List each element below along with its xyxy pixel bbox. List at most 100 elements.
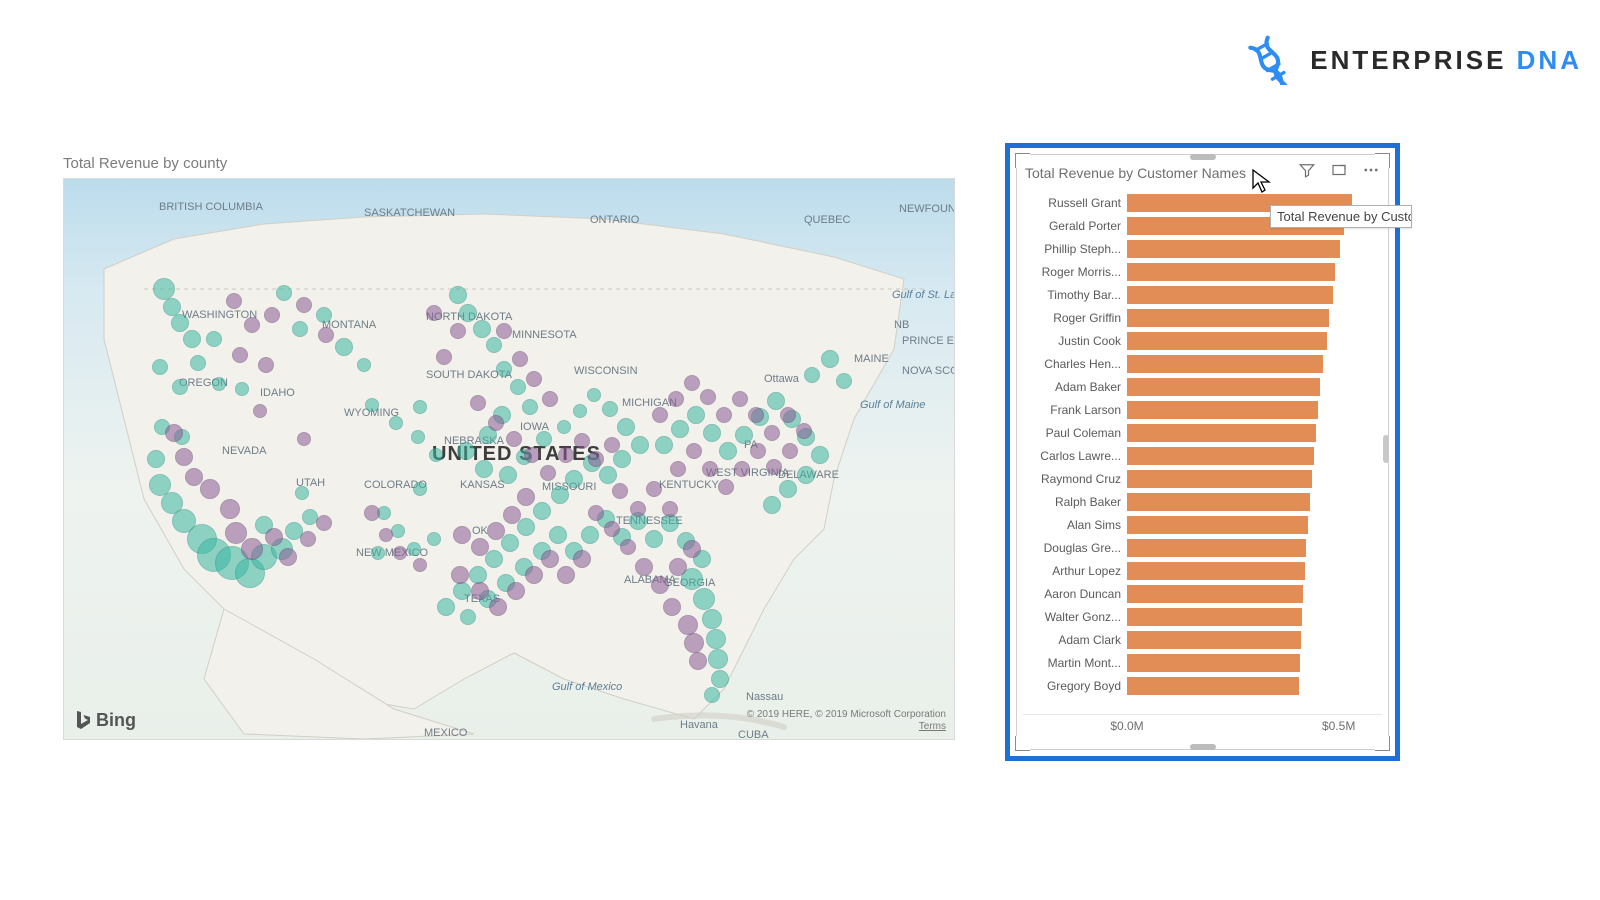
bar-segment[interactable] bbox=[1127, 263, 1335, 281]
map-bubble[interactable] bbox=[276, 285, 292, 301]
map-bubble[interactable] bbox=[587, 388, 601, 402]
map-bubble[interactable] bbox=[693, 588, 715, 610]
map-bubble[interactable] bbox=[704, 687, 720, 703]
map-bubble[interactable] bbox=[734, 461, 750, 477]
bar-segment[interactable] bbox=[1127, 355, 1323, 373]
map-bubble[interactable] bbox=[804, 367, 820, 383]
map-bubble[interactable] bbox=[540, 465, 556, 481]
map-bubble[interactable] bbox=[541, 550, 559, 568]
bar-row[interactable]: Adam Clark bbox=[1023, 628, 1382, 651]
map-bubble[interactable] bbox=[379, 528, 393, 542]
bar-row[interactable]: Phillip Steph... bbox=[1023, 237, 1382, 260]
map-bubble[interactable] bbox=[574, 433, 590, 449]
bar-row[interactable]: Carlos Lawre... bbox=[1023, 444, 1382, 467]
map-bubble[interactable] bbox=[171, 314, 189, 332]
map-bubble[interactable] bbox=[153, 278, 175, 300]
map-bubble[interactable] bbox=[292, 321, 308, 337]
map-bubble[interactable] bbox=[558, 447, 574, 463]
map-bubble[interactable] bbox=[683, 540, 701, 558]
map-bubble[interactable] bbox=[767, 392, 785, 410]
map-bubble[interactable] bbox=[689, 652, 707, 670]
map-bubble[interactable] bbox=[264, 307, 280, 323]
map-bubble[interactable] bbox=[510, 379, 526, 395]
map-bubble[interactable] bbox=[588, 505, 604, 521]
bar-row[interactable]: Alan Sims bbox=[1023, 513, 1382, 536]
map-bubble[interactable] bbox=[700, 389, 716, 405]
bar-segment[interactable] bbox=[1127, 677, 1299, 695]
map-bubble[interactable] bbox=[457, 442, 475, 460]
map-bubble[interactable] bbox=[470, 395, 486, 411]
focus-mode-icon[interactable] bbox=[1328, 159, 1350, 186]
map-bubble[interactable] bbox=[253, 404, 267, 418]
map-bubble[interactable] bbox=[796, 423, 812, 439]
map-bubble[interactable] bbox=[451, 566, 469, 584]
bar-segment[interactable] bbox=[1127, 424, 1316, 442]
map-bubble[interactable] bbox=[602, 401, 618, 417]
map-bubble[interactable] bbox=[296, 297, 312, 313]
map-bubble[interactable] bbox=[588, 451, 604, 467]
map-bubble[interactable] bbox=[631, 436, 649, 454]
bar-segment[interactable] bbox=[1127, 309, 1329, 327]
map-bubble[interactable] bbox=[244, 317, 260, 333]
map-bubble[interactable] bbox=[533, 502, 551, 520]
bar-row[interactable]: Roger Griffin bbox=[1023, 306, 1382, 329]
map-bubble[interactable] bbox=[706, 629, 726, 649]
map-bubble[interactable] bbox=[645, 530, 663, 548]
map-bubble[interactable] bbox=[437, 598, 455, 616]
map-bubble[interactable] bbox=[200, 479, 220, 499]
map-bubble[interactable] bbox=[427, 532, 441, 546]
map-bubble[interactable] bbox=[573, 550, 591, 568]
map-bubble[interactable] bbox=[391, 524, 405, 538]
bar-segment[interactable] bbox=[1127, 240, 1340, 258]
bar-segment[interactable] bbox=[1127, 562, 1305, 580]
map-bubble[interactable] bbox=[708, 649, 728, 669]
vertical-scrollbar[interactable] bbox=[1383, 195, 1389, 711]
map-bubble[interactable] bbox=[750, 443, 766, 459]
map-bubble[interactable] bbox=[496, 361, 512, 377]
map-bubble[interactable] bbox=[655, 436, 673, 454]
resize-handle-tl[interactable] bbox=[1015, 153, 1030, 168]
map-bubble[interactable] bbox=[226, 293, 242, 309]
bar-segment[interactable] bbox=[1127, 447, 1314, 465]
map-bubble[interactable] bbox=[279, 548, 297, 566]
map-bubble[interactable] bbox=[501, 534, 519, 552]
map-bubble[interactable] bbox=[684, 633, 704, 653]
map-bubble[interactable] bbox=[297, 432, 311, 446]
map-bubble[interactable] bbox=[232, 347, 248, 363]
map-bubble[interactable] bbox=[471, 582, 489, 600]
map-bubble[interactable] bbox=[779, 480, 797, 498]
map-bubble[interactable] bbox=[670, 461, 686, 477]
map-bubble[interactable] bbox=[265, 528, 283, 546]
map-bubble[interactable] bbox=[407, 542, 421, 556]
map-bubble[interactable] bbox=[684, 375, 700, 391]
bar-segment[interactable] bbox=[1127, 493, 1310, 511]
map-bubble[interactable] bbox=[669, 558, 687, 576]
map-bubble[interactable] bbox=[183, 330, 201, 348]
map-bubble[interactable] bbox=[147, 450, 165, 468]
map-bubble[interactable] bbox=[453, 582, 471, 600]
map-bubble[interactable] bbox=[506, 431, 522, 447]
map-bubble[interactable] bbox=[436, 349, 452, 365]
map-bubble[interactable] bbox=[821, 350, 839, 368]
map-bubble[interactable] bbox=[763, 496, 781, 514]
map-bubble[interactable] bbox=[503, 506, 521, 524]
map-bubble[interactable] bbox=[316, 307, 332, 323]
map-bubble[interactable] bbox=[630, 501, 646, 517]
scrollbar-thumb[interactable] bbox=[1383, 435, 1389, 463]
bar-segment[interactable] bbox=[1127, 631, 1301, 649]
map-bubble[interactable] bbox=[711, 670, 729, 688]
bar-segment[interactable] bbox=[1127, 401, 1318, 419]
map-bubble[interactable] bbox=[517, 518, 535, 536]
bar-row[interactable]: Walter Gonz... bbox=[1023, 605, 1382, 628]
bar-row[interactable]: Martin Mont... bbox=[1023, 651, 1382, 674]
bar-segment[interactable] bbox=[1127, 286, 1333, 304]
map-bubble[interactable] bbox=[780, 407, 796, 423]
map-bubble[interactable] bbox=[450, 323, 466, 339]
map-bubble[interactable] bbox=[316, 515, 332, 531]
map-bubble[interactable] bbox=[496, 323, 512, 339]
map-bubble[interactable] bbox=[811, 446, 829, 464]
bar-row[interactable]: Justin Cook bbox=[1023, 329, 1382, 352]
map-bubble[interactable] bbox=[413, 400, 427, 414]
map-bubble[interactable] bbox=[393, 546, 407, 560]
bar-row[interactable]: Roger Morris... bbox=[1023, 260, 1382, 283]
